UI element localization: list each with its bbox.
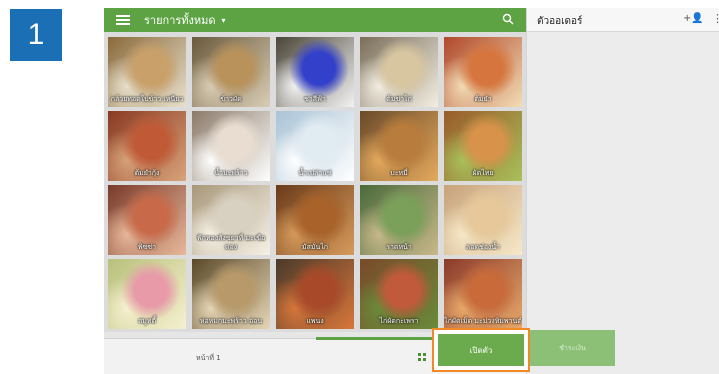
category-title[interactable]: รายการทั้งหมด (144, 11, 216, 29)
menu-item-tile[interactable]: ชาสีฟ้า (276, 37, 354, 107)
menu-item-tile[interactable]: ห่อหมกมะพร้าว อ่อน (192, 259, 270, 329)
menu-item-tile[interactable]: มัสมั่นไก่ (276, 185, 354, 255)
order-panel-header: ตัวออเดอร์ +👤 ⋮ (527, 8, 719, 32)
menu-item-tile[interactable]: ไก่ผัดกะเพรา (360, 259, 438, 329)
menu-item-label: ไก่ผัดกะเพรา (379, 317, 419, 325)
menu-item-label: ชาสีฟ้า (304, 95, 326, 103)
hamburger-menu-icon[interactable] (116, 15, 130, 25)
menu-item-tile[interactable]: ผัดไทย (444, 111, 522, 181)
menu-item-tile[interactable]: ต้มยำ (444, 37, 522, 107)
step-number-badge: 1 (10, 9, 62, 61)
add-customer-icon[interactable]: +👤 (683, 13, 704, 24)
menu-item-label: ผัดไทย (472, 169, 494, 177)
menu-item-label: ห่อหมกมะพร้าว อ่อน (199, 317, 263, 325)
menu-item-label: ข้าวผัด (220, 95, 242, 103)
menu-item-tile[interactable]: น้ำมะพร้าว (192, 111, 270, 181)
menu-item-label: ต้มยำกุ้ง (134, 169, 160, 177)
pay-button[interactable]: ชำระเงิน (530, 330, 615, 366)
menu-item-label: ต้มข่าไก่ (386, 95, 412, 103)
menu-item-label: พิซซ่า (137, 243, 157, 251)
menu-item-tile[interactable]: ข้าวผัด (192, 37, 270, 107)
chevron-down-icon[interactable]: ▾ (222, 16, 226, 25)
menu-item-tile[interactable]: ฟักทองสังขยาที่ มะเขือดอง (192, 185, 270, 255)
menu-item-label: ไก่ผัดเม็ด มะม่วงหิมพานต์ (444, 317, 522, 325)
menu-item-tile[interactable]: กล้วยทอดใบข้าว เหนียว (108, 37, 186, 107)
menu-item-tile[interactable]: บะหมี่ (360, 111, 438, 181)
menu-item-tile[interactable]: น้ำเปล่าแช่ (276, 111, 354, 181)
menu-item-label: ราดหน้า (386, 243, 412, 251)
menu-item-label: บะหมี่ (390, 169, 408, 177)
menu-item-tile[interactable]: แพนง (276, 259, 354, 329)
menu-item-label: ต้มยำ (474, 95, 492, 103)
menu-item-tile[interactable]: พิซซ่า (108, 185, 186, 255)
menu-item-label: ลอดช่องน้ำ (465, 243, 501, 251)
menu-item-tile[interactable]: ต้มยำกุ้ง (108, 111, 186, 181)
menu-item-label: กล้วยทอดใบข้าว เหนียว (110, 95, 184, 103)
menu-item-tile[interactable]: ต้มข่าไก่ (360, 37, 438, 107)
order-panel: ตัวออเดอร์ +👤 ⋮ (526, 8, 719, 374)
menu-item-label: มัสมั่นไก่ (301, 243, 329, 251)
grid-view-icon[interactable] (418, 353, 426, 361)
open-ticket-button[interactable]: เปิดตัว (432, 328, 530, 372)
open-ticket-label: เปิดตัว (438, 334, 524, 366)
menu-item-tile[interactable]: ลอดช่องน้ำ (444, 185, 522, 255)
search-icon[interactable] (502, 13, 514, 25)
menu-item-label: แพนง (306, 317, 324, 325)
order-panel-title: ตัวออเดอร์ (537, 16, 583, 27)
menu-item-tile[interactable]: ไก่ผัดเม็ด มะม่วงหิมพานต์ (444, 259, 522, 329)
more-options-icon[interactable]: ⋮ (712, 12, 719, 25)
pos-app: รายการทั้งหมด ▾ กล้วยทอดใบข้าว เหนียว ข้า… (104, 8, 719, 374)
menu-item-label: ฟักทองสังขยาที่ มะเขือดอง (196, 234, 266, 251)
top-bar: รายการทั้งหมด ▾ (104, 8, 526, 32)
menu-item-tile[interactable]: ราดหน้า (360, 185, 438, 255)
page-label[interactable]: หน้าที่ 1 (196, 353, 221, 364)
menu-grid: กล้วยทอดใบข้าว เหนียว ข้าวผัด ชาสีฟ้า ต้มข่… (104, 32, 526, 332)
menu-item-label: น้ำเปล่าแช่ (298, 169, 332, 177)
menu-item-label: สมูทตี้ (137, 317, 157, 325)
menu-item-label: น้ำมะพร้าว (214, 169, 248, 177)
menu-item-tile[interactable]: สมูทตี้ (108, 259, 186, 329)
